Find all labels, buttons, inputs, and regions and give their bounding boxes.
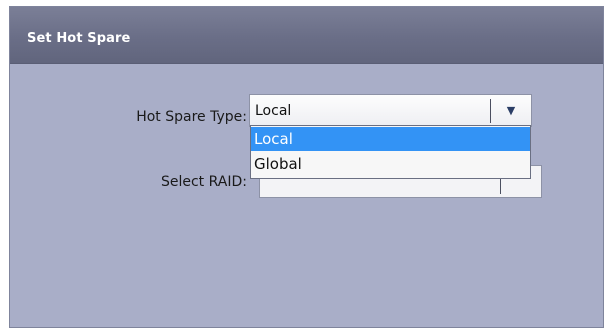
select-raid-label: Select RAID: <box>160 174 247 190</box>
dropdown-option-local[interactable]: Local <box>251 127 530 151</box>
hot-spare-type-label: Hot Spare Type: <box>136 109 247 125</box>
hot-spare-type-value: Local <box>255 103 292 119</box>
dialog-title: Set Hot Spare <box>27 31 131 46</box>
select-separator <box>490 99 491 123</box>
triangle-down-icon[interactable]: ▼ <box>496 101 526 121</box>
dialog-titlebar: Set Hot Spare <box>10 7 603 64</box>
hot-spare-type-select[interactable]: Local ▼ <box>249 94 532 127</box>
dropdown-option-global[interactable]: Global <box>251 152 530 176</box>
hot-spare-type-dropdown-list: Local Global <box>250 125 531 179</box>
